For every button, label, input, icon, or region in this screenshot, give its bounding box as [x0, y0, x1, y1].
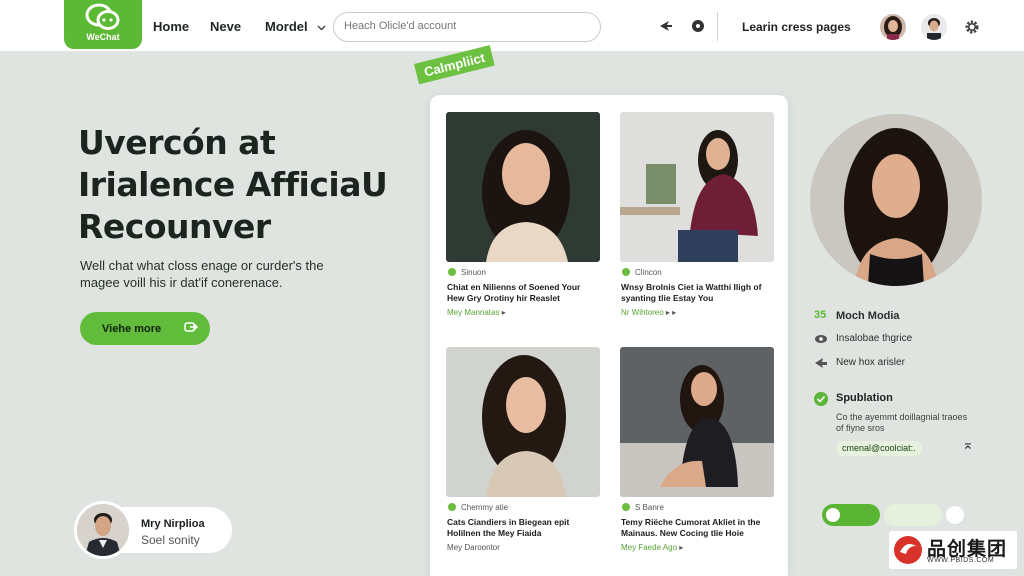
header-divider: [717, 12, 718, 41]
woman-on-sofa-image: [620, 347, 774, 497]
card-meta: S Banre: [622, 503, 664, 512]
card-meta: Sinuon: [448, 268, 486, 277]
card-byline: Mey Faede Ago ▸: [621, 543, 683, 552]
chat-bubbles-icon: [85, 3, 120, 30]
hero-subtitle-line-1: Well chat what closs enage or curder's t…: [80, 258, 324, 273]
toggle-knob: [826, 508, 840, 522]
user-avatar-1[interactable]: [880, 14, 906, 40]
check-circle-icon: [814, 392, 828, 406]
wechat-logo[interactable]: WeChat: [64, 0, 142, 49]
card-title: Wnsy Brolnis Ciet ia Watthi Iligh of sya…: [621, 282, 762, 303]
card-photo: [620, 347, 774, 497]
woman-portrait-image: [446, 347, 600, 497]
collapse-icon[interactable]: ⌅: [962, 436, 974, 453]
share-icon[interactable]: [658, 18, 674, 34]
user-avatar-2[interactable]: [921, 14, 947, 40]
subscription-description: Co the ayemmt doillagnial traoes of fiyn…: [836, 412, 968, 433]
profile-role: Soel sonity: [141, 533, 200, 547]
toggle-dot[interactable]: [946, 506, 964, 524]
share-icon: [815, 358, 827, 368]
side-item-label: New hox arisler: [836, 357, 905, 368]
nav-model-dropdown[interactable]: Mordel: [265, 19, 326, 34]
content-card[interactable]: Chemmy atie Cats Ciandiers in Biegean ep…: [446, 347, 600, 552]
card-title: Temy Riëche Cumorat Akliet in the Mainau…: [621, 517, 761, 538]
nav-neve[interactable]: Neve: [210, 19, 241, 34]
side-item-label: Moch Modia: [836, 310, 900, 322]
profile-name: Mry Nirplioa: [141, 518, 205, 530]
card-author: Mey Mannatas: [447, 308, 500, 317]
eye-icon: [815, 335, 827, 343]
featured-avatar: [810, 114, 982, 286]
search-input[interactable]: [344, 20, 594, 32]
view-more-button[interactable]: Viehe more: [80, 312, 210, 345]
card-photo: [446, 347, 600, 497]
card-author: Mey Daroontor: [447, 543, 500, 552]
view-more-label: Viehe more: [102, 323, 162, 335]
chevron-down-icon: [317, 25, 326, 31]
subscription-title: Spublation: [836, 392, 893, 404]
watermark-url: WWW.PBIDS.COM: [927, 557, 995, 564]
card-byline: Mey Mannatas ▸: [447, 308, 506, 317]
card-meta-label: Clincon: [635, 268, 662, 277]
caret-icon: ▸ ▸: [665, 308, 677, 317]
hero-title-line-2: Irialence AfficiaU: [78, 165, 388, 204]
status-dot-icon: [448, 503, 456, 511]
card-meta: Clincon: [622, 268, 662, 277]
card-title: Cats Ciandiers in Biegean epit Holilnen …: [447, 517, 570, 538]
hero-title-line-1: Uvercón at: [78, 123, 276, 162]
card-author: Nr Wihtoreo: [621, 308, 664, 317]
chat-arrow-icon: [184, 322, 198, 332]
card-author: Mey Faede Ago: [621, 543, 678, 552]
caret-icon: ▸: [501, 308, 506, 317]
man-portrait-image: [77, 504, 129, 556]
content-card[interactable]: Clincon Wnsy Brolnis Ciet ia Watthi Ilig…: [620, 112, 774, 317]
hero-subtitle: Well chat what closs enage or curder's t…: [80, 257, 350, 291]
top-bar: WeChat Home Neve Mordel Learin cress pag…: [0, 0, 1024, 52]
content-card[interactable]: Sinuon Chiat en Nilienns of Soened Your …: [446, 112, 600, 317]
woman-featured-portrait-image: [810, 114, 982, 286]
nav-home[interactable]: Home: [153, 19, 189, 34]
card-meta-label: Sinuon: [461, 268, 486, 277]
logo-text: WeChat: [86, 32, 120, 42]
card-photo: [446, 112, 600, 262]
toggle-group: [822, 504, 972, 526]
status-dot-icon: [448, 268, 456, 276]
status-dot-icon: [622, 268, 630, 276]
hero-title-line-3: Recounver: [78, 207, 271, 246]
card-meta: Chemmy atie: [448, 503, 508, 512]
status-dot-icon: [622, 503, 630, 511]
bell-icon[interactable]: [690, 18, 706, 34]
avatar-male-image: [921, 14, 947, 40]
avatar-female-image: [880, 14, 906, 40]
email-chip[interactable]: cmenal@coolciat:.: [836, 441, 922, 456]
card-meta-label: Chemmy atie: [461, 503, 509, 512]
brand-swirl-icon: [894, 536, 922, 564]
woman-sitting-image: [620, 112, 774, 262]
card-meta-label: S Banre: [635, 503, 664, 512]
card-title: Chiat en Nilienns of Soened Your Hew Gry…: [447, 282, 581, 303]
card-byline: Mey Daroontor: [447, 543, 500, 552]
profile-card[interactable]: Mry Nirplioa Soel sonity: [74, 501, 232, 559]
side-item-label: Insalobae thgrice: [836, 333, 913, 344]
card-photo: [620, 112, 774, 262]
content-card[interactable]: S Banre Temy Riëche Cumorat Akliet in th…: [620, 347, 774, 552]
watermark-logo: 品创集团 WWW.PBIDS.COM: [889, 531, 1017, 569]
card-byline: Nr Wihtoreo ▸ ▸: [621, 308, 676, 317]
nav-model-label: Mordel: [265, 19, 308, 34]
number-icon: 35: [814, 309, 827, 321]
content-panel: Sinuon Chiat en Nilienns of Soened Your …: [430, 95, 788, 576]
hero-title: Uvercón at Irialence AfficiaU Recounver: [78, 122, 418, 248]
gear-icon[interactable]: [964, 19, 980, 35]
toggle-secondary[interactable]: [884, 504, 942, 526]
hero-subtitle-line-2: magee voill his ir dat'if conerenace.: [80, 275, 283, 290]
woman-smiling-image: [446, 112, 600, 262]
toggle-on[interactable]: [822, 504, 880, 526]
learn-pages-link[interactable]: Learin cress pages: [742, 20, 851, 34]
caret-icon: ▸: [679, 543, 684, 552]
search-box[interactable]: [333, 12, 601, 42]
profile-avatar: [74, 501, 132, 559]
